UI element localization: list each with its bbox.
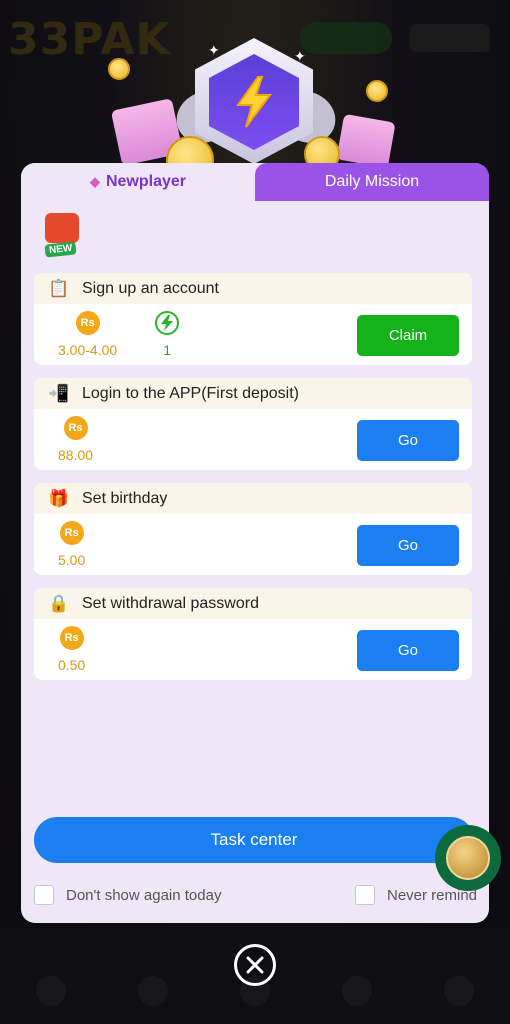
reward-value: 0.50 (58, 657, 86, 673)
claim-button[interactable]: Claim (357, 315, 459, 356)
sparkle-icon: ✦ (294, 48, 306, 64)
task-header: 🎁 Set birthday (34, 483, 472, 514)
checkbox-box[interactable] (34, 885, 54, 905)
tab-newplayer[interactable]: ◆ Newplayer (21, 163, 255, 201)
reward-value: 5.00 (58, 552, 86, 568)
reward-item: Rs 88.00 (58, 416, 93, 463)
reward-value: 3.00-4.00 (58, 342, 118, 358)
tab-daily-mission[interactable]: Daily Mission (255, 163, 489, 201)
rupee-coin-icon: Rs (59, 521, 84, 545)
energy-icon (155, 311, 180, 335)
go-button[interactable]: Go (357, 525, 459, 566)
task-rewards: Rs 5.00 (58, 521, 123, 568)
coin-icon (366, 80, 388, 102)
close-icon (246, 956, 264, 974)
checkbox-box[interactable] (355, 885, 375, 905)
lock-icon: 🔒 (48, 593, 70, 613)
task-header: 📋 Sign up an account (34, 273, 472, 304)
new-label: NEW (44, 241, 77, 258)
task-title: Sign up an account (82, 279, 219, 297)
go-button[interactable]: Go (357, 630, 459, 671)
tab-bar: ◆ Newplayer Daily Mission (21, 163, 489, 201)
task-card: 🎁 Set birthday Rs 5.00 Go (34, 483, 472, 575)
task-center-button[interactable]: Task center (34, 817, 474, 863)
reward-item: 1 (155, 311, 180, 358)
gift-icon: 🎁 (48, 488, 70, 508)
task-title: Login to the APP(First deposit) (82, 384, 299, 402)
rupee-coin-icon: Rs (63, 416, 88, 440)
task-card: 🔒 Set withdrawal password Rs 0.50 Go (34, 588, 472, 680)
task-modal: ◆ Newplayer Daily Mission NEW 📋 Sign up … (21, 163, 489, 923)
task-title: Set birthday (82, 489, 168, 507)
close-button[interactable] (234, 944, 276, 986)
task-rewards: Rs 0.50 (58, 626, 123, 673)
rupee-coin-icon: Rs (59, 626, 84, 650)
checkbox-label: Don't show again today (66, 886, 222, 904)
dont-show-today-checkbox[interactable]: Don't show again today (34, 885, 221, 905)
task-header: 🔒 Set withdrawal password (34, 588, 472, 619)
reward-value: 1 (163, 342, 172, 358)
go-button[interactable]: Go (357, 420, 459, 461)
reward-item: Rs 5.00 (58, 521, 85, 568)
phone-login-icon: 📲 (48, 383, 70, 403)
rupee-coin-icon: Rs (75, 311, 100, 335)
support-avatar-icon (446, 836, 490, 880)
gift-box-icon (336, 113, 396, 169)
customer-support-icon[interactable] (435, 825, 501, 891)
task-header: 📲 Login to the APP(First deposit) (34, 378, 472, 409)
task-card: 📋 Sign up an account Rs 3.00-4.00 1 Clai… (34, 273, 472, 365)
reward-item: Rs 3.00-4.00 (58, 311, 117, 358)
task-title: Set withdrawal password (82, 594, 259, 612)
task-rewards: Rs 88.00 (58, 416, 131, 463)
reward-item: Rs 0.50 (58, 626, 85, 673)
sparkle-icon: ✦ (208, 42, 220, 58)
coin-icon (108, 58, 130, 80)
clipboard-icon: 📋 (48, 278, 70, 298)
reward-value: 88.00 (58, 447, 94, 463)
header-decoration: ✦ ✦ (100, 38, 410, 184)
new-badge-icon: NEW (39, 211, 91, 259)
tab-label: Newplayer (105, 173, 187, 190)
gem-icon: ◆ (89, 174, 100, 189)
task-card: 📲 Login to the APP(First deposit) Rs 88.… (34, 378, 472, 470)
task-rewards: Rs 3.00-4.00 1 (58, 311, 217, 358)
tab-label: Daily Mission (324, 173, 420, 190)
gift-icon (45, 213, 79, 243)
